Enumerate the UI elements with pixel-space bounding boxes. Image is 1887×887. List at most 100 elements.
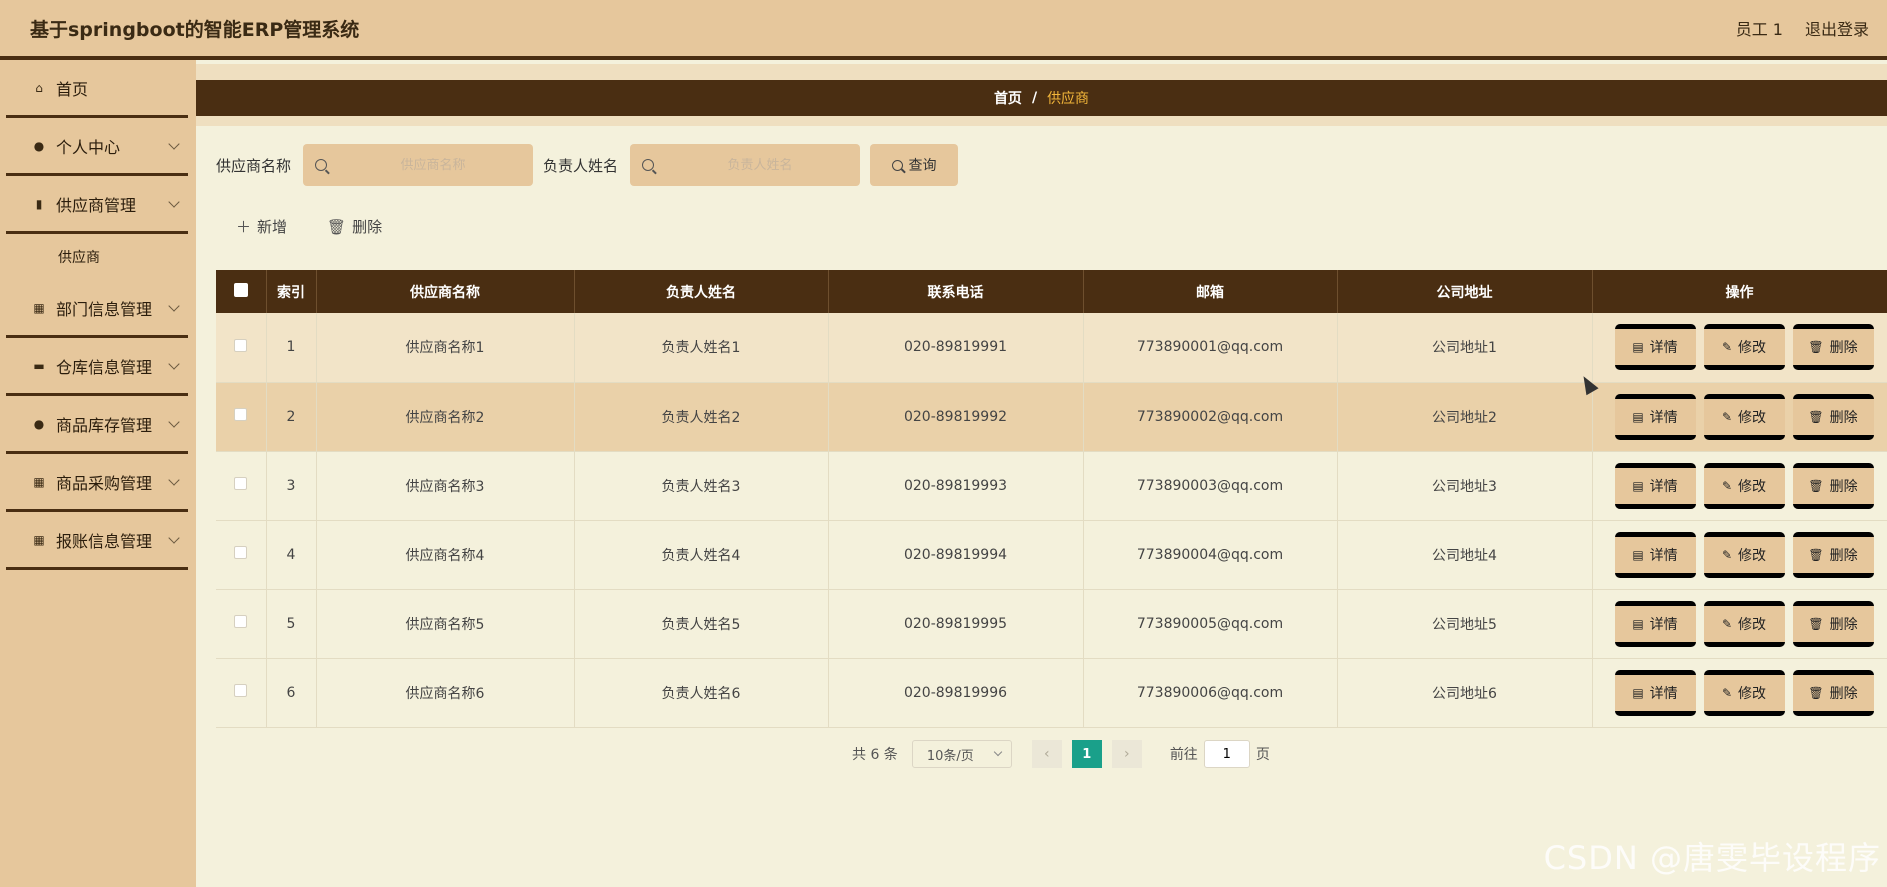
grid-icon: ▦ xyxy=(33,300,45,315)
column-header-email: 邮箱 xyxy=(1083,270,1338,313)
sidebar-item-label: 商品库存管理 xyxy=(56,415,153,435)
chevron-down-icon xyxy=(168,196,180,208)
cell-email: 773890006@qq.com xyxy=(1083,658,1338,728)
column-header-contact-name: 负责人姓名 xyxy=(574,270,829,313)
sidebar-item-personal-center[interactable]: ● 个人中心 xyxy=(6,118,188,176)
edit-button[interactable]: ✎ 修改 xyxy=(1703,600,1785,647)
trash-icon: 🗑 xyxy=(1808,547,1824,562)
table-row: 3 供应商名称3 负责人姓名3 020-89819993 773890003@qq.co… xyxy=(216,451,1887,521)
add-button-label: 新增 xyxy=(257,218,288,236)
home-icon: ⌂ xyxy=(35,80,43,95)
search-icon xyxy=(642,159,655,171)
sidebar-subitem-supplier[interactable]: 供应商 xyxy=(6,234,188,280)
cell-address: 公司地址5 xyxy=(1337,589,1593,659)
cell-phone: 020-89819996 xyxy=(828,658,1084,728)
breadcrumb-bottom-stripe xyxy=(196,116,1887,126)
cell-email: 773890001@qq.com xyxy=(1083,313,1338,383)
trash-icon: 🗑 xyxy=(1808,478,1824,493)
column-header-phone: 联系电话 xyxy=(828,270,1084,313)
page-size-select[interactable]: 10条/页 xyxy=(911,740,1012,768)
logout-link[interactable]: 退出登录 xyxy=(1805,16,1869,40)
trash-icon: 🗑 xyxy=(1808,616,1824,631)
detail-button-label: 详情 xyxy=(1649,616,1678,633)
delete-button[interactable]: 🗑 删除 xyxy=(1792,462,1874,509)
row-checkbox[interactable] xyxy=(234,338,248,352)
select-all-checkbox[interactable] xyxy=(233,282,248,297)
table-row: 2 供应商名称2 负责人姓名2 020-89819992 773890002@qq.co… xyxy=(216,382,1887,452)
chevron-down-icon xyxy=(168,300,180,312)
detail-button[interactable]: ▤ 详情 xyxy=(1614,669,1696,716)
row-actions-cell: ▤ 详情 ✎ 修改 🗑 删除 xyxy=(1592,520,1887,590)
cell-index: 6 xyxy=(266,658,317,728)
delete-button[interactable]: 🗑 删除 xyxy=(1792,324,1874,371)
cell-phone: 020-89819993 xyxy=(828,451,1084,521)
add-button[interactable]: ＋ 新增 xyxy=(236,216,287,237)
row-select-cell xyxy=(216,589,267,659)
sidebar-item-warehouse[interactable]: ▬ 仓库信息管理 xyxy=(6,338,188,396)
detail-button[interactable]: ▤ 详情 xyxy=(1614,393,1696,440)
edit-button[interactable]: ✎ 修改 xyxy=(1703,462,1785,509)
sidebar-item-label: 报账信息管理 xyxy=(56,531,153,551)
row-checkbox[interactable] xyxy=(234,408,248,421)
row-checkbox[interactable] xyxy=(234,615,248,628)
delete-button[interactable]: 🗑 删除 xyxy=(1792,531,1874,578)
goto-page-input[interactable] xyxy=(1203,740,1250,768)
chevron-left-icon: ‹ xyxy=(1044,746,1050,762)
edit-button[interactable]: ✎ 修改 xyxy=(1703,669,1785,716)
pencil-icon: ✎ xyxy=(1721,685,1733,700)
query-button[interactable]: 查询 xyxy=(870,144,959,186)
watermark: CSDN @唐雯毕设程序 xyxy=(1543,839,1881,877)
detail-button[interactable]: ▤ 详情 xyxy=(1614,462,1696,509)
contact-name-input[interactable] xyxy=(670,157,851,173)
detail-button[interactable]: ▤ 详情 xyxy=(1614,600,1696,647)
pencil-icon: ✎ xyxy=(1721,616,1733,631)
chevron-down-icon xyxy=(168,138,180,150)
cell-email: 773890002@qq.com xyxy=(1083,382,1338,452)
delete-button[interactable]: 🗑 删除 xyxy=(1792,600,1874,647)
document-icon: ▤ xyxy=(1632,547,1644,562)
breadcrumb-home[interactable]: 首页 xyxy=(994,88,1022,108)
delete-button[interactable]: 🗑 删除 xyxy=(1792,393,1874,440)
sidebar-item-department[interactable]: ▦ 部门信息管理 xyxy=(6,280,188,338)
cell-supplier-name: 供应商名称1 xyxy=(316,313,575,383)
delete-button-label: 删除 xyxy=(1829,685,1858,702)
row-checkbox[interactable] xyxy=(234,684,248,697)
goto-label: 前往 xyxy=(1169,747,1198,763)
detail-button[interactable]: ▤ 详情 xyxy=(1614,531,1696,578)
user-area: 员工 1 退出登录 xyxy=(1736,16,1869,40)
current-user-link[interactable]: 员工 1 xyxy=(1736,16,1783,40)
page-number-button[interactable]: 1 xyxy=(1071,740,1102,768)
row-actions-cell: ▤ 详情 ✎ 修改 🗑 删除 xyxy=(1592,313,1887,383)
edit-button[interactable]: ✎ 修改 xyxy=(1703,531,1785,578)
grid-icon: ▦ xyxy=(33,474,45,489)
cell-contact-name: 负责人姓名5 xyxy=(574,589,829,659)
row-checkbox[interactable] xyxy=(234,546,248,559)
detail-button-label: 详情 xyxy=(1649,478,1678,495)
pencil-icon: ✎ xyxy=(1721,547,1733,562)
search-bar: 供应商名称 负责人姓名 查询 xyxy=(216,144,959,186)
sidebar-item-expense[interactable]: ▦ 报账信息管理 xyxy=(6,512,188,570)
sidebar-item-home[interactable]: ⌂ 首页 xyxy=(6,60,188,118)
sidebar-item-purchase[interactable]: ▦ 商品采购管理 xyxy=(6,454,188,512)
row-checkbox[interactable] xyxy=(234,477,248,490)
sidebar-item-supplier-management[interactable]: ▮ 供应商管理 xyxy=(6,176,188,234)
edit-button-label: 修改 xyxy=(1738,409,1767,426)
toolbar: ＋ 新增 🗑 删除 xyxy=(236,216,382,237)
edit-button[interactable]: ✎ 修改 xyxy=(1703,324,1785,371)
batch-delete-button[interactable]: 🗑 删除 xyxy=(327,216,382,237)
delete-button-label: 删除 xyxy=(1829,547,1858,564)
pagination: 共 6 条 10条/页 ‹ 1 › 前往 页 xyxy=(852,740,1270,768)
edit-button[interactable]: ✎ 修改 xyxy=(1703,393,1785,440)
delete-button-label: 删除 xyxy=(1829,616,1858,633)
next-page-button[interactable]: › xyxy=(1111,740,1142,768)
prev-page-button[interactable]: ‹ xyxy=(1031,740,1062,768)
grid-icon: ▦ xyxy=(33,532,45,547)
cell-contact-name: 负责人姓名1 xyxy=(574,313,829,383)
user-icon: ● xyxy=(33,138,45,153)
sidebar-item-inventory[interactable]: ● 商品库存管理 xyxy=(6,396,188,454)
delete-button[interactable]: 🗑 删除 xyxy=(1792,669,1874,716)
supplier-name-input[interactable] xyxy=(343,157,524,173)
app-title: 基于springboot的智能ERP管理系统 xyxy=(30,18,360,41)
sidebar-item-label: 仓库信息管理 xyxy=(56,357,153,377)
detail-button[interactable]: ▤ 详情 xyxy=(1614,324,1696,371)
